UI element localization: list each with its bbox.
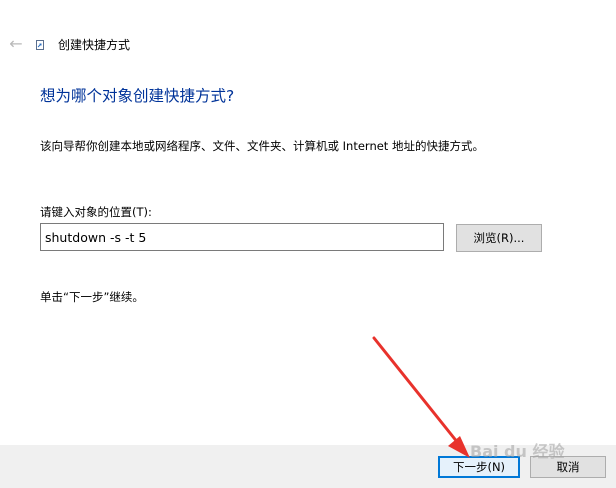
browse-button[interactable]: 浏览(R)... [456,224,542,252]
next-button[interactable]: 下一步(N) [438,456,520,478]
create-shortcut-window: ← 创建快捷方式 想为哪个对象创建快捷方式? 该向导帮你创建本地或网络程序、文件… [0,0,616,488]
wizard-description: 该向导帮你创建本地或网络程序、文件、文件夹、计算机或 Internet 地址的快… [40,139,484,153]
continue-hint: 单击“下一步”继续。 [40,290,144,304]
shortcut-icon [36,40,44,50]
cancel-button[interactable]: 取消 [530,456,606,478]
location-label: 请键入对象的位置(T): [40,205,152,219]
location-input[interactable] [40,223,444,251]
window-title: 创建快捷方式 [58,38,131,52]
wizard-header: ← 创建快捷方式 [0,28,616,58]
page-heading: 想为哪个对象创建快捷方式? [40,87,235,105]
back-arrow-icon[interactable]: ← [6,34,26,54]
button-footer: 下一步(N) 取消 [0,445,616,488]
